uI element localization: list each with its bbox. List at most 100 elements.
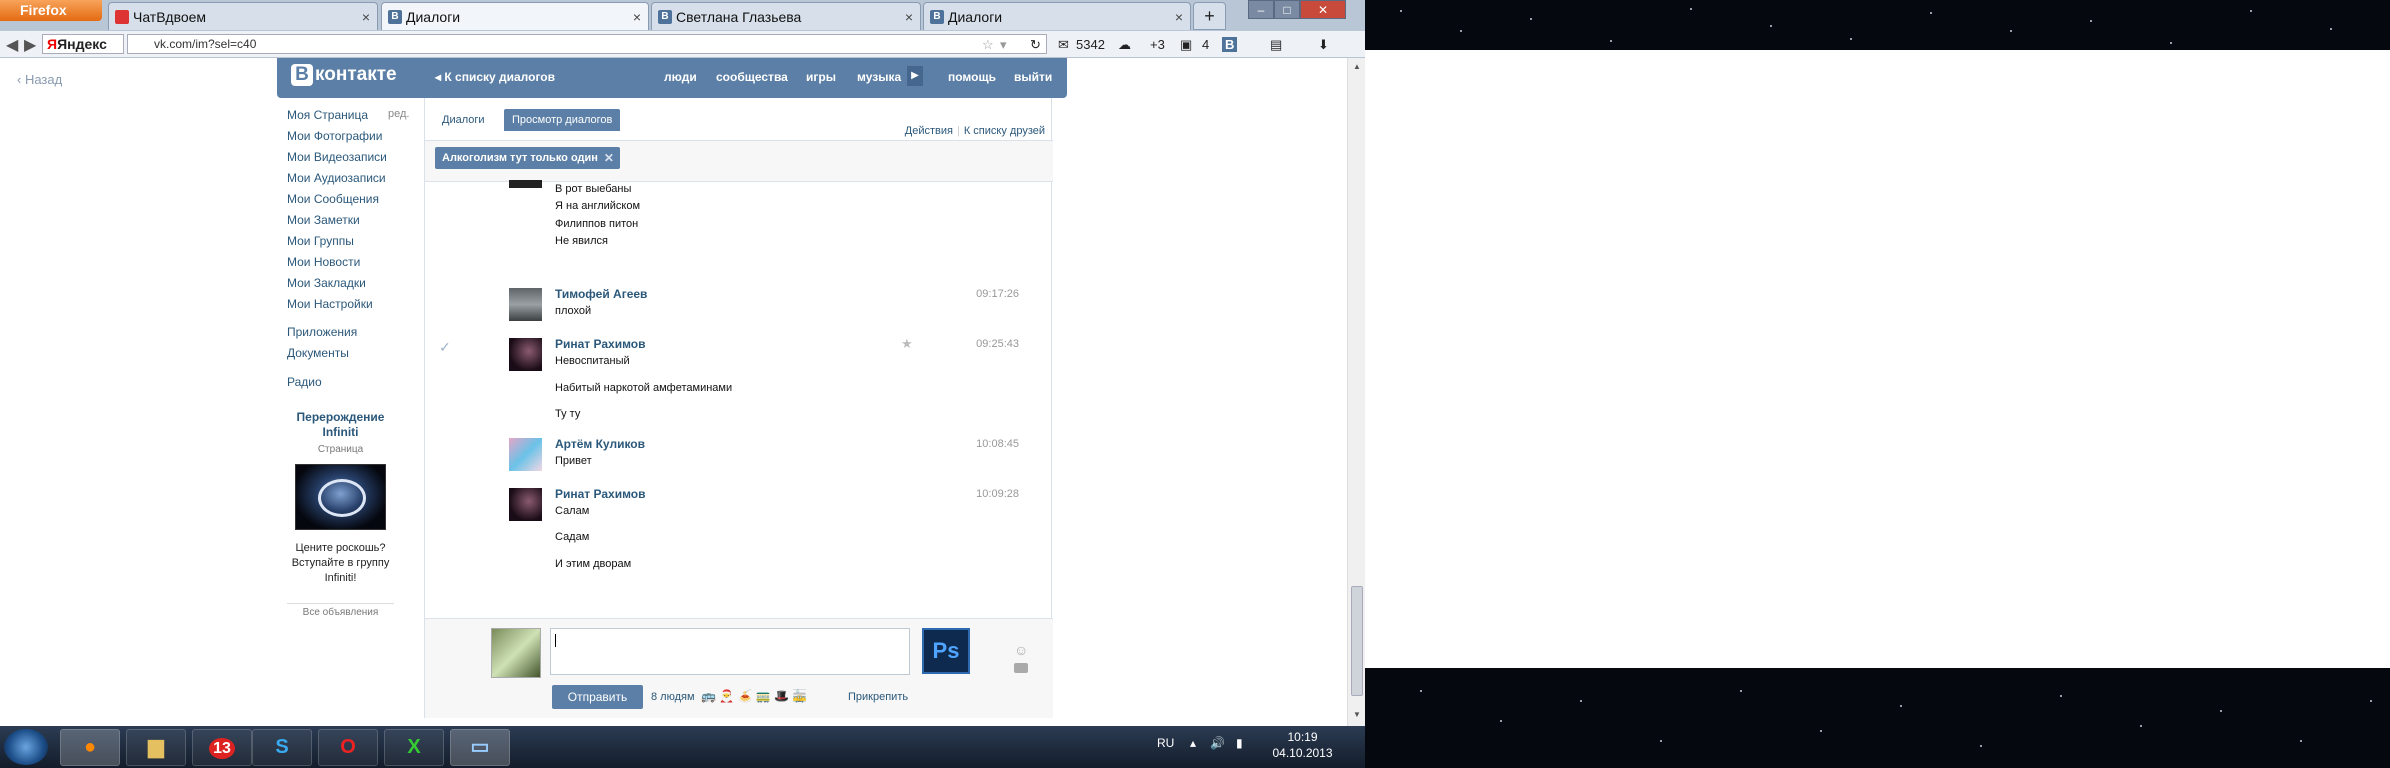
message-time[interactable]: 09:25:43 <box>919 338 1019 350</box>
sidebar-item-audio[interactable]: Мои Аудиозаписи <box>287 171 386 185</box>
close-icon[interactable]: × <box>362 9 370 25</box>
reload-icon[interactable]: ↻ <box>1030 37 1041 53</box>
opera-icon[interactable]: O <box>318 729 378 766</box>
recipients-count[interactable]: 8 людям <box>651 691 695 703</box>
my-avatar[interactable] <box>491 628 541 678</box>
back-arrow-icon[interactable]: ◀ <box>6 35 18 55</box>
tab-dialogs-active[interactable]: B Диалоги × <box>381 2 649 30</box>
scroll-down-icon[interactable]: ▼ <box>1353 710 1361 719</box>
vk-toolbar-icon[interactable]: B <box>1222 37 1238 52</box>
13-icon[interactable]: 13 <box>192 729 252 766</box>
chat-chip[interactable]: Алкоголизм тут только один ✕ <box>435 147 620 169</box>
star-icon[interactable]: ★ <box>901 336 913 352</box>
ad-image[interactable] <box>295 464 386 530</box>
notes-count[interactable]: 4 <box>1202 37 1209 52</box>
avatar[interactable] <box>509 488 542 521</box>
message-time[interactable]: 10:09:28 <box>919 488 1019 500</box>
vk-logo[interactable]: Вконтакте <box>291 64 397 86</box>
close-icon[interactable]: × <box>905 9 913 25</box>
sidebar-item-videos[interactable]: Мои Видеозаписи <box>287 150 387 164</box>
attach-link[interactable]: Прикрепить <box>848 691 908 703</box>
search-engine-button[interactable]: ЯЯндекс <box>42 34 124 54</box>
tray-arrow-icon[interactable]: ▴ <box>1190 736 1196 750</box>
sidebar-item-settings[interactable]: Мои Настройки <box>287 297 373 311</box>
close-icon[interactable]: × <box>1175 9 1183 25</box>
mail-count[interactable]: 5342 <box>1076 37 1105 52</box>
start-button[interactable] <box>4 729 48 765</box>
message-time[interactable]: 09:17:26 <box>919 288 1019 300</box>
sidebar-item-bookmarks[interactable]: Мои Закладки <box>287 276 366 290</box>
addon-icon[interactable]: ▤ <box>1270 37 1282 53</box>
tab-svetlana[interactable]: B Светлана Глазьева × <box>651 2 921 30</box>
edit-link[interactable]: ред. <box>388 108 409 120</box>
ad-title[interactable]: Перерождение Infiniti <box>287 410 394 440</box>
send-button[interactable]: Отправить <box>552 685 643 709</box>
camera-icon[interactable] <box>1014 663 1028 673</box>
speaker-icon[interactable]: 🔊 <box>1210 736 1225 750</box>
page-scrollbar[interactable]: ▲ ▼ <box>1347 58 1365 726</box>
bookmark-star-icon[interactable]: ☆ <box>982 37 994 53</box>
skype-icon[interactable]: S <box>252 729 312 766</box>
forward-arrow-icon[interactable]: ▶ <box>24 35 36 55</box>
explorer-icon[interactable]: ▆ <box>126 729 186 766</box>
new-tab-button[interactable]: + <box>1193 2 1226 30</box>
tab-view-dialogs[interactable]: Просмотр диалогов <box>504 109 621 131</box>
tab-dialogs[interactable]: Диалоги <box>434 109 493 131</box>
header-link-logout[interactable]: выйти <box>1014 70 1052 84</box>
header-link-games[interactable]: игры <box>806 70 836 84</box>
all-ads-link[interactable]: Все объявления <box>287 603 394 618</box>
close-window-icon[interactable]: ✕ <box>1300 0 1346 19</box>
header-link-communities[interactable]: сообщества <box>716 70 788 84</box>
language-indicator[interactable]: RU <box>1157 736 1174 750</box>
sidebar-item-news[interactable]: Мои Новости <box>287 255 360 269</box>
message-input[interactable]: ☺ <box>550 628 1028 675</box>
actions-link[interactable]: Действия <box>905 125 953 137</box>
download-icon[interactable]: ⬇ <box>1318 37 1329 53</box>
tab-dialogs[interactable]: B Диалоги × <box>923 2 1191 30</box>
clock[interactable]: 10:19 04.10.2013 <box>1260 729 1345 761</box>
sidebar-item-documents[interactable]: Документы <box>287 346 349 360</box>
header-link-help[interactable]: помощь <box>948 70 996 84</box>
close-icon[interactable]: × <box>633 9 641 25</box>
mail-icon[interactable]: ✉ <box>1058 37 1069 53</box>
message-time[interactable]: 10:08:45 <box>919 438 1019 450</box>
weather-icon[interactable]: ☁ <box>1118 37 1131 53</box>
friends-list-link[interactable]: К списку друзей <box>964 125 1045 137</box>
header-link-people[interactable]: люди <box>664 70 697 84</box>
avatar[interactable] <box>509 180 542 188</box>
message-author[interactable]: Ринат Рахимов <box>555 337 646 351</box>
participants-icons[interactable]: 🚌 🎅 🍝 🚃 🎩 🚋 <box>701 689 807 703</box>
ad-text[interactable]: Цените роскошь? Вступайте в группу Infin… <box>285 541 396 586</box>
music-play-icon[interactable]: ▶ <box>907 66 923 86</box>
smile-icon[interactable]: ☺ <box>1014 642 1028 658</box>
excel-icon[interactable]: X <box>384 729 444 766</box>
notes-icon[interactable]: ▣ <box>1180 37 1192 53</box>
checkmark-icon[interactable]: ✓ <box>439 339 451 356</box>
url-bar[interactable]: vk.com/im?sel=c40 <box>127 34 1047 54</box>
message-author[interactable]: Тимофей Агеев <box>555 287 647 301</box>
back-link[interactable]: ‹ Назад <box>17 72 62 87</box>
photoshop-icon[interactable]: Ps <box>922 628 970 674</box>
message-author[interactable]: Артём Куликов <box>555 437 645 451</box>
avatar[interactable] <box>509 338 542 371</box>
avatar[interactable] <box>509 438 542 471</box>
dropdown-icon[interactable]: ▾ <box>1000 37 1007 53</box>
sidebar-item-my-page[interactable]: Моя Страница <box>287 108 368 122</box>
avatar[interactable] <box>509 288 542 321</box>
window-icon[interactable]: ▭ <box>450 729 510 766</box>
sidebar-item-messages[interactable]: Мои Сообщения <box>287 192 379 206</box>
sidebar-item-radio[interactable]: Радио <box>287 375 322 389</box>
maximize-icon[interactable]: □ <box>1274 0 1300 19</box>
scroll-thumb[interactable] <box>1351 586 1363 696</box>
header-link-music[interactable]: музыка <box>857 70 901 84</box>
tab-chat[interactable]: ЧатВдвоем × <box>108 2 378 30</box>
firefox-menu-button[interactable]: Firefox <box>0 0 102 21</box>
back-to-dialogs-link[interactable]: ◂ К списку диалогов <box>435 70 555 84</box>
weather-temp[interactable]: +3 <box>1150 37 1165 52</box>
firefox-icon[interactable]: ● <box>60 729 120 766</box>
sidebar-item-notes[interactable]: Мои Заметки <box>287 213 360 227</box>
close-icon[interactable]: ✕ <box>604 151 614 165</box>
sidebar-item-photos[interactable]: Мои Фотографии <box>287 129 382 143</box>
minimize-icon[interactable]: – <box>1248 0 1274 19</box>
message-author[interactable]: Ринат Рахимов <box>555 487 646 501</box>
